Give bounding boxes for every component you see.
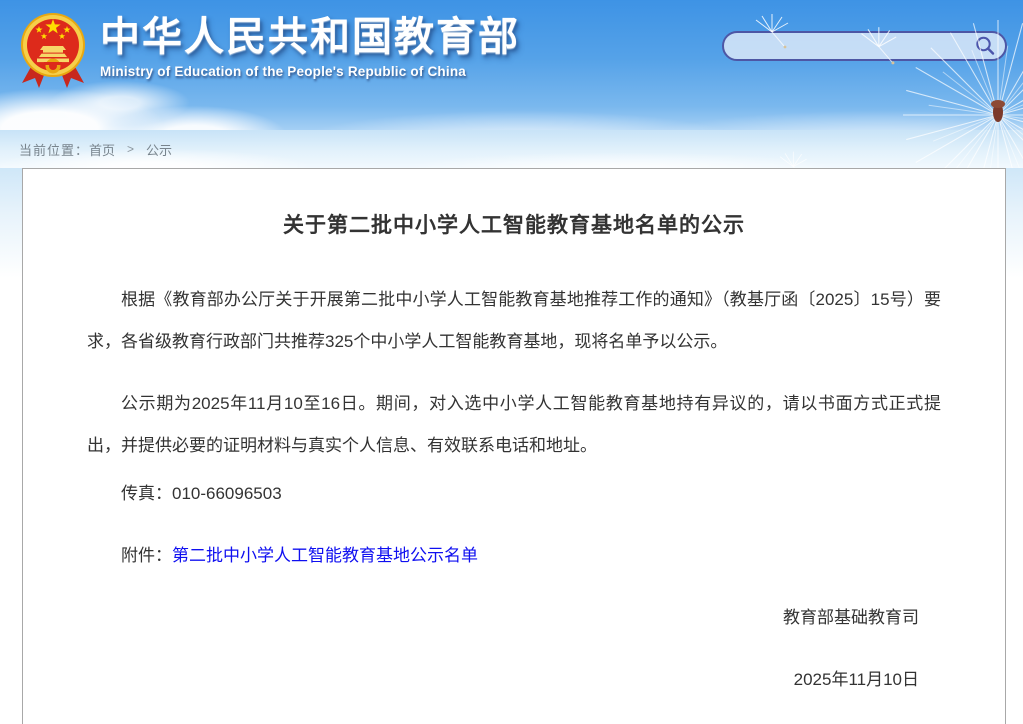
article-paragraph: 公示期为2025年11月10至16日。期间，对入选中小学人工智能教育基地持有异议… bbox=[87, 383, 941, 467]
fax-line: 传真：010-66096503 bbox=[87, 473, 941, 515]
banner: 中华人民共和国教育部 Ministry of Education of the … bbox=[0, 0, 1023, 130]
breadcrumb-separator: > bbox=[127, 142, 134, 156]
national-emblem-icon bbox=[18, 9, 88, 91]
attachment-link[interactable]: 第二批中小学人工智能教育基地公示名单 bbox=[172, 546, 478, 565]
search-input[interactable] bbox=[738, 34, 973, 58]
article-title: 关于第二批中小学人工智能教育基地名单的公示 bbox=[87, 211, 941, 241]
breadcrumb: 当前位置： 首页 > 公示 bbox=[0, 130, 1023, 168]
article-paragraph: 根据《教育部办公厅关于开展第二批中小学人工智能教育基地推荐工作的通知》（教基厅函… bbox=[87, 279, 941, 363]
site-title: 中华人民共和国教育部 bbox=[100, 14, 520, 60]
search-icon bbox=[974, 35, 996, 57]
site-header: 中华人民共和国教育部 Ministry of Education of the … bbox=[0, 0, 1023, 168]
site-title-block: 中华人民共和国教育部 Ministry of Education of the … bbox=[100, 14, 520, 79]
breadcrumb-current: 公示 bbox=[146, 140, 172, 159]
fax-label: 传真： bbox=[121, 484, 172, 503]
site-subtitle: Ministry of Education of the People's Re… bbox=[100, 64, 520, 79]
main-area: 关于第二批中小学人工智能教育基地名单的公示 根据《教育部办公厅关于开展第二批中小… bbox=[0, 168, 1023, 724]
site-search bbox=[722, 31, 1007, 61]
attachment-label: 附件： bbox=[121, 546, 172, 565]
breadcrumb-label: 当前位置： bbox=[19, 140, 89, 159]
search-button[interactable] bbox=[973, 34, 997, 58]
signature: 教育部基础教育司 bbox=[87, 597, 941, 639]
publish-date: 2025年11月10日 bbox=[87, 659, 941, 701]
attachment-line: 附件：第二批中小学人工智能教育基地公示名单 bbox=[87, 535, 941, 577]
breadcrumb-home-link[interactable]: 首页 bbox=[89, 140, 115, 159]
announcement-article: 关于第二批中小学人工智能教育基地名单的公示 根据《教育部办公厅关于开展第二批中小… bbox=[22, 168, 1006, 724]
fax-number: 010-66096503 bbox=[172, 484, 282, 503]
